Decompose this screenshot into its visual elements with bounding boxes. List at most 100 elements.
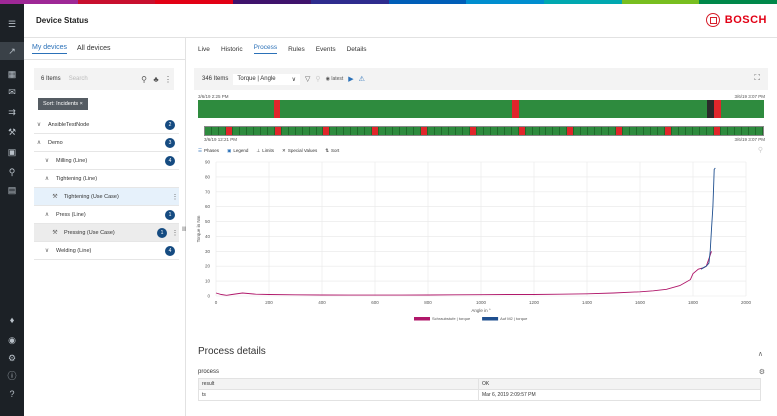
tree-node-ansibletestnode[interactable]: ∨ AnsibleTestNode 2 bbox=[34, 116, 179, 134]
incident-badge: 1 bbox=[165, 209, 175, 220]
tree-node-label: Tightening (Line) bbox=[56, 175, 98, 182]
y-tick-label: 0 bbox=[207, 294, 210, 299]
more-icon[interactable]: ⋮ bbox=[171, 229, 179, 237]
process-details-heading: Process details bbox=[198, 346, 266, 357]
brand-name: BOSCH bbox=[724, 14, 767, 26]
pin-icon[interactable]: ⚲ bbox=[6, 166, 18, 178]
app-header: Device Status BOSCH bbox=[24, 4, 777, 38]
chevron-down-icon[interactable]: ∨ bbox=[34, 121, 44, 128]
y-tick-label: 30 bbox=[205, 249, 211, 254]
x-axis-label: Angle in ° bbox=[471, 308, 491, 313]
grid-icon[interactable]: ▦ bbox=[6, 68, 18, 80]
notification-icon[interactable]: ♦ bbox=[6, 314, 18, 326]
device-filter: 6 Items Search ⚲ ♣ ⋮ bbox=[34, 68, 174, 90]
tree-node-label: Tightening (Use Case) bbox=[64, 193, 119, 200]
series-line-schraubstufe bbox=[215, 251, 712, 296]
x-tick-label: 1000 bbox=[476, 300, 487, 305]
search-icon[interactable]: ⚲ bbox=[138, 75, 150, 84]
chevron-up-icon[interactable]: ∧ bbox=[34, 139, 44, 146]
more-icon[interactable]: ⋮ bbox=[171, 193, 179, 201]
tree-node-milling[interactable]: ∨ Milling (Line) 4 bbox=[34, 152, 179, 170]
legend-swatch bbox=[414, 317, 430, 321]
table-row: ts Mar 6, 2019 2:09:57 PM bbox=[198, 389, 761, 401]
legend-label: Schraubstufe | torque bbox=[432, 316, 471, 321]
incident-badge: 4 bbox=[165, 155, 175, 166]
document-icon[interactable]: ▤ bbox=[6, 184, 18, 196]
more-icon[interactable]: ⋮ bbox=[162, 75, 174, 84]
device-tree: ∨ AnsibleTestNode 2 ∧ Demo 3 ∨ Milling (… bbox=[34, 116, 179, 260]
chevron-down-icon[interactable]: ∨ bbox=[42, 157, 52, 164]
mail-icon[interactable]: ✉ bbox=[6, 86, 18, 98]
chevron-up-icon[interactable]: ∧ bbox=[758, 350, 763, 358]
info-icon[interactable]: ⓘ bbox=[6, 370, 18, 382]
y-tick-label: 60 bbox=[205, 204, 211, 209]
tree-node-label: Milling (Line) bbox=[56, 157, 88, 164]
process-table: result OK ts Mar 6, 2019 2:09:57 PM bbox=[198, 378, 761, 401]
x-tick-label: 2000 bbox=[741, 300, 752, 305]
table-cell-key: ts bbox=[198, 389, 479, 401]
chevron-down-icon[interactable]: ∨ bbox=[42, 247, 52, 254]
torque-angle-chart: 0 10 20 30 40 50 60 70 80 90 0 200 400 600 800 1000 1200… bbox=[196, 160, 752, 322]
help-icon[interactable]: ? bbox=[6, 388, 18, 400]
incident-badge: 1 bbox=[157, 227, 167, 238]
chevron-up-icon[interactable]: ∧ bbox=[42, 211, 52, 218]
x-tick-label: 600 bbox=[371, 300, 379, 305]
y-tick-label: 80 bbox=[205, 174, 211, 179]
tree-node-label: Pressing (Use Case) bbox=[64, 229, 115, 236]
incident-badge: 4 bbox=[165, 245, 175, 256]
process-details: Process details process result OK ts Mar… bbox=[198, 346, 768, 401]
tree-node-label: Welding (Line) bbox=[56, 247, 92, 254]
y-tick-label: 90 bbox=[205, 160, 211, 165]
brand-logo: BOSCH bbox=[705, 13, 767, 27]
settings-icon[interactable]: ⚙ bbox=[6, 352, 18, 364]
bosch-ring-icon bbox=[705, 13, 720, 27]
y-tick-label: 70 bbox=[205, 189, 211, 194]
x-tick-label: 1600 bbox=[635, 300, 646, 305]
page-title: Device Status bbox=[36, 16, 89, 25]
table-cell-key: result bbox=[198, 378, 479, 390]
hierarchy-icon[interactable]: ♣ bbox=[150, 75, 162, 84]
x-tick-label: 1400 bbox=[582, 300, 593, 305]
menu-icon[interactable]: ☰ bbox=[6, 18, 18, 30]
tree-node-pressing-use-case[interactable]: ⚒ Pressing (Use Case) 1 ⋮ bbox=[34, 224, 179, 242]
x-tick-label: 1200 bbox=[529, 300, 540, 305]
tree-node-demo[interactable]: ∧ Demo 3 bbox=[34, 134, 179, 152]
image-icon[interactable]: ▣ bbox=[6, 146, 18, 158]
device-panel: My devices All devices 6 Items Search ⚲ … bbox=[24, 38, 186, 416]
tree-node-label: Press (Line) bbox=[56, 211, 86, 218]
sort-chip[interactable]: Sort: Incidents × bbox=[38, 98, 88, 110]
y-axis-label: Torque in Nm bbox=[196, 215, 201, 242]
tool-icon[interactable]: ⚒ bbox=[6, 126, 18, 138]
y-tick-label: 10 bbox=[205, 279, 211, 284]
process-subheading: process bbox=[198, 369, 220, 375]
table-row: result OK bbox=[198, 378, 761, 390]
flow-icon[interactable]: ⇉ bbox=[6, 106, 18, 118]
tree-node-press[interactable]: ∧ Press (Line) 1 bbox=[34, 206, 179, 224]
tree-node-welding[interactable]: ∨ Welding (Line) 4 bbox=[34, 242, 179, 260]
item-count: 6 Items bbox=[41, 76, 61, 82]
rail-item-devices[interactable]: ↗ bbox=[0, 42, 24, 60]
gear-icon[interactable]: ⚙ bbox=[759, 368, 765, 376]
incident-badge: 3 bbox=[165, 137, 175, 148]
device-tabs: My devices All devices bbox=[24, 38, 185, 60]
tree-node-label: Demo bbox=[48, 139, 63, 146]
tree-node-tightening-use-case[interactable]: ⚒ Tightening (Use Case) ⋮ bbox=[34, 188, 179, 206]
main-panel: Live Historic Process Rules Events Detai… bbox=[186, 38, 777, 416]
y-tick-label: 50 bbox=[205, 219, 211, 224]
tree-node-tightening-line[interactable]: ∧ Tightening (Line) bbox=[34, 170, 179, 188]
table-cell-value: OK bbox=[478, 378, 761, 390]
x-tick-label: 400 bbox=[318, 300, 326, 305]
incident-badge: 2 bbox=[165, 119, 175, 130]
chevron-up-icon[interactable]: ∧ bbox=[42, 175, 52, 182]
tree-node-label: AnsibleTestNode bbox=[48, 121, 90, 128]
search-input[interactable]: Search bbox=[69, 76, 138, 82]
x-tick-label: 200 bbox=[265, 300, 273, 305]
user-icon[interactable]: ◉ bbox=[6, 334, 18, 346]
x-tick-label: 800 bbox=[424, 300, 432, 305]
tab-my-devices[interactable]: My devices bbox=[32, 44, 68, 54]
series-line-auf-m2 bbox=[700, 167, 716, 270]
tab-all-devices[interactable]: All devices bbox=[77, 45, 110, 52]
wrench-icon: ⚒ bbox=[52, 230, 58, 236]
left-rail: ☰ ↗ ▦ ✉ ⇉ ⚒ ▣ ⚲ ▤ ♦ ◉ ⚙ ⓘ ? bbox=[0, 4, 24, 416]
x-tick-label: 0 bbox=[215, 300, 218, 305]
